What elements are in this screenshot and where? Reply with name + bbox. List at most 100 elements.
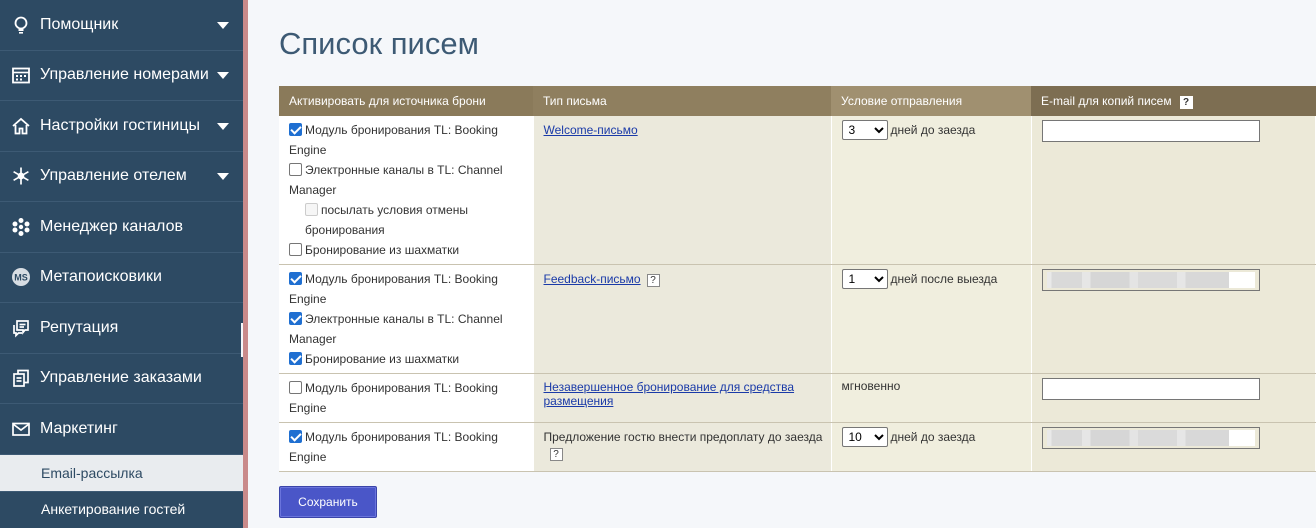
- checkbox[interactable]: [289, 312, 302, 325]
- sidebar-item-label: Управление заказами: [40, 369, 202, 387]
- sidebar-item-orders[interactable]: Управление заказами: [0, 354, 243, 404]
- letter-type-link[interactable]: Незавершенное бронирование для средства …: [544, 380, 795, 408]
- days-select[interactable]: 1: [841, 269, 888, 289]
- letters-table: Активировать для источника брони Тип пис…: [279, 86, 1316, 472]
- source-option[interactable]: Модуль бронирования TL: Booking Engine: [289, 269, 525, 309]
- source-option[interactable]: Электронные каналы в TL: Channel Manager: [289, 309, 525, 349]
- help-icon[interactable]: ?: [646, 274, 660, 287]
- header-condition: Условие отправления: [831, 86, 1031, 116]
- email-copy-input[interactable]: [1041, 269, 1260, 291]
- condition-text: дней после выезда: [890, 272, 998, 286]
- envelope-icon: [10, 418, 32, 440]
- source-cell: Модуль бронирования TL: Booking Engine: [279, 373, 534, 423]
- checkbox[interactable]: [289, 352, 302, 365]
- sidebar-item-marketing[interactable]: Маркетинг: [0, 404, 243, 455]
- email-cell: [1031, 264, 1316, 374]
- sidebar-item-label: Настройки гостиницы: [40, 116, 200, 134]
- source-option[interactable]: Модуль бронирования TL: Booking Engine: [289, 378, 525, 418]
- condition-text: дней до заезда: [890, 430, 976, 444]
- table-row: Модуль бронирования TL: Booking Engine Э…: [279, 116, 1316, 265]
- email-copy-input[interactable]: [1041, 378, 1260, 400]
- calendar-icon: [10, 64, 32, 86]
- source-label: Бронирование из шахматки: [305, 243, 460, 257]
- type-cell: Предложение гостю внести предоплату до з…: [533, 422, 832, 472]
- source-label: Модуль бронирования TL: Booking Engine: [289, 381, 498, 415]
- condition-cell: мгновенно: [831, 373, 1032, 423]
- source-option[interactable]: Бронирование из шахматки: [289, 240, 525, 260]
- table-row: Модуль бронирования TL: Booking Engine П…: [279, 422, 1316, 472]
- condition-cell: 1 дней после выезда: [831, 264, 1032, 374]
- chat-bubbles-icon: [10, 317, 32, 339]
- days-select[interactable]: 3: [841, 120, 888, 140]
- email-cell: [1031, 116, 1316, 265]
- email-cell: [1031, 373, 1316, 423]
- source-label: Модуль бронирования TL: Booking Engine: [289, 123, 498, 157]
- sidebar-item-channel-manager[interactable]: Менеджер каналов: [0, 202, 243, 253]
- sidebar-item-label: Маркетинг: [40, 419, 118, 437]
- checkbox[interactable]: [289, 272, 302, 285]
- condition-cell: 10дней до заезда: [831, 422, 1032, 472]
- checkbox[interactable]: [289, 381, 302, 394]
- orders-icon: [10, 367, 32, 389]
- source-label: посылать условия отмены бронирования: [305, 203, 468, 237]
- source-option[interactable]: Модуль бронирования TL: Booking Engine: [289, 427, 525, 467]
- sidebar-item-hotel-management[interactable]: Управление отелем: [0, 152, 243, 202]
- header-email: E-mail для копий писем?: [1031, 86, 1316, 116]
- table-row: Модуль бронирования TL: Booking Engine Э…: [279, 264, 1316, 374]
- sidebar-item-rooms[interactable]: Управление номерами: [0, 51, 243, 101]
- chevron-down-icon: [217, 173, 229, 181]
- page-title: Список писем: [279, 26, 479, 61]
- checkbox[interactable]: [289, 243, 302, 256]
- checkbox[interactable]: [289, 123, 302, 136]
- email-copy-input[interactable]: [1041, 120, 1260, 142]
- sidebar-item-hotel-settings[interactable]: Настройки гостиницы: [0, 101, 243, 152]
- sidebar-item-label: Управление отелем: [40, 167, 187, 185]
- chevron-down-icon: [217, 122, 229, 130]
- help-icon[interactable]: ?: [1179, 95, 1193, 109]
- source-cell: Модуль бронирования TL: Booking Engine Э…: [279, 264, 534, 374]
- sidebar-item-assistant[interactable]: Помощник: [0, 0, 243, 51]
- source-cell: Модуль бронирования TL: Booking Engine: [279, 422, 534, 472]
- source-option[interactable]: Бронирование из шахматки: [289, 349, 525, 369]
- source-label: Модуль бронирования TL: Booking Engine: [289, 430, 498, 464]
- source-option[interactable]: Электронные каналы в TL: Channel Manager: [289, 160, 525, 200]
- sidebar-item-label: Метапоисковики: [40, 268, 162, 286]
- save-button[interactable]: Сохранить: [279, 486, 377, 518]
- days-select[interactable]: 10: [841, 427, 888, 447]
- letter-type-link[interactable]: Feedback-письмо: [544, 272, 641, 286]
- type-cell: Feedback-письмо?: [533, 264, 832, 374]
- email-copy-input[interactable]: [1041, 427, 1260, 449]
- checkbox[interactable]: [289, 163, 302, 176]
- sidebar-subitem-guest-survey[interactable]: Анкетирование гостей: [0, 490, 243, 527]
- letter-type-label: Предложение гостю внести предоплату до з…: [543, 430, 823, 444]
- source-label: Электронные каналы в TL: Channel Manager: [289, 163, 503, 197]
- type-cell: Welcome-письмо: [533, 116, 832, 265]
- condition-text: дней до заезда: [890, 123, 976, 137]
- table-header-row: Активировать для источника брони Тип пис…: [279, 86, 1316, 116]
- chevron-down-icon: [217, 72, 229, 80]
- source-option[interactable]: Модуль бронирования TL: Booking Engine: [289, 120, 525, 160]
- source-label: Бронирование из шахматки: [305, 352, 460, 366]
- condition-cell: 3 дней до заезда: [831, 116, 1032, 265]
- sidebar-item-label: Управление номерами: [40, 66, 209, 84]
- sidebar-item-reputation[interactable]: Репутация: [0, 303, 243, 354]
- header-type: Тип письма: [533, 86, 831, 116]
- checkbox[interactable]: [289, 430, 302, 443]
- source-label: Модуль бронирования TL: Booking Engine: [289, 272, 498, 306]
- snowflake-icon: [10, 165, 32, 187]
- source-cell: Модуль бронирования TL: Booking Engine Э…: [279, 116, 534, 265]
- condition-text: мгновенно: [841, 379, 901, 393]
- sidebar-subitem-label: Email-рассылка: [41, 464, 143, 481]
- sidebar-subitem-email-newsletter[interactable]: Email-рассылка: [0, 454, 243, 491]
- sidebar-item-metasearch[interactable]: MS Метапоисковики: [0, 253, 243, 303]
- sidebar-scroll-notch: [241, 323, 243, 357]
- email-cell: [1031, 422, 1316, 472]
- letter-type-link[interactable]: Welcome-письмо: [544, 123, 638, 137]
- sidebar-item-label: Помощник: [40, 15, 119, 33]
- type-cell: Незавершенное бронирование для средства …: [533, 373, 832, 423]
- sidebar-item-label: Менеджер каналов: [40, 217, 183, 235]
- table-row: Модуль бронирования TL: Booking Engine Н…: [279, 373, 1316, 423]
- chevron-down-icon: [217, 21, 229, 29]
- help-icon[interactable]: ?: [549, 448, 563, 461]
- header-source: Активировать для источника брони: [279, 86, 533, 116]
